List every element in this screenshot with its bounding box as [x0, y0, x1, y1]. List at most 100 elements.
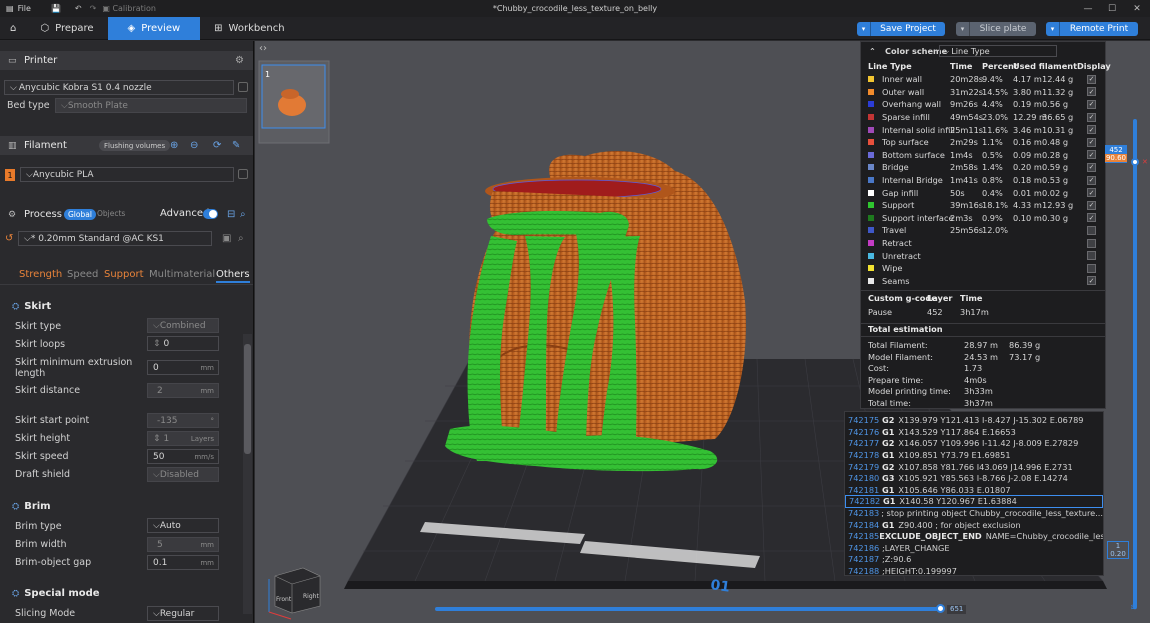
remove-filament-icon[interactable]: ⊖ — [190, 140, 198, 151]
display-checkbox[interactable]: ✓ — [1087, 175, 1096, 185]
save-project-button[interactable]: ▾ Save Project — [857, 22, 945, 36]
skirt-speed-input[interactable]: 50 mm/s — [147, 449, 219, 464]
tab-prepare[interactable]: ⬡ Prepare — [26, 17, 107, 40]
display-checkbox[interactable]: ✓ — [1087, 87, 1096, 97]
stepper-icon[interactable]: ⇕ — [153, 339, 161, 349]
tab-support[interactable]: Support — [104, 269, 144, 280]
display-checkbox[interactable] — [1087, 238, 1096, 248]
brim-gap-input[interactable]: 0.1 mm — [147, 555, 219, 570]
minimize-icon[interactable]: — — [1076, 0, 1100, 17]
collapse-legend-icon[interactable]: ⌃ — [869, 46, 876, 56]
filament-slot-badge[interactable]: 1 — [5, 169, 15, 181]
save-icon[interactable]: 💾 — [51, 4, 61, 13]
skirt-height-input[interactable]: ⇕ 1 Layers — [147, 431, 219, 446]
brim-type-select[interactable]: ⌵ Auto — [147, 518, 219, 533]
display-checkbox[interactable]: ✓ — [1087, 137, 1096, 147]
layers-menu-icon[interactable]: ≋ — [1130, 603, 1138, 613]
skirt-minext-input[interactable]: 0 mm — [147, 360, 219, 375]
reset-icon[interactable]: ↺ — [5, 233, 13, 244]
skirt-distance-input[interactable]: 2 mm — [147, 383, 219, 398]
app-menu[interactable]: ▤ File — [6, 4, 31, 13]
sync-icon[interactable]: ⟳ — [213, 140, 221, 151]
tab-speed[interactable]: Speed — [67, 269, 98, 280]
home-button[interactable]: ⌂ — [0, 17, 26, 40]
color-scheme-select[interactable]: ⌵ Line Type — [939, 45, 1057, 57]
display-checkbox[interactable] — [1087, 251, 1096, 261]
filament-section-header[interactable]: ▥ Filament Flushing volumes ⊕ ⊖ ⟳ ✎ — [0, 136, 253, 155]
display-checkbox[interactable]: ✓ — [1087, 162, 1096, 172]
printer-edit-icon[interactable] — [238, 82, 248, 92]
skirt-loops-input[interactable]: ⇕ 0 — [147, 336, 219, 351]
tab-multimaterial[interactable]: Multimaterial — [149, 269, 215, 280]
search-icon[interactable]: ⌕ — [240, 209, 246, 220]
display-checkbox[interactable]: ✓ — [1087, 99, 1096, 109]
search-icon[interactable]: ⌕ — [238, 233, 244, 244]
printer-section-header[interactable]: ▭ Printer ⚙ — [0, 51, 253, 70]
display-checkbox[interactable] — [1087, 263, 1096, 273]
tab-strength[interactable]: Strength — [19, 269, 62, 280]
display-checkbox[interactable]: ✓ — [1087, 74, 1096, 84]
skirt-icon: ⛭ — [12, 301, 20, 312]
gcode-line[interactable]: 742188 ;HEIGHT:0.199997 — [845, 565, 1103, 578]
display-checkbox[interactable]: ✓ — [1087, 150, 1096, 160]
slice-plate-button[interactable]: ▾ Slice plate — [956, 22, 1036, 36]
display-checkbox[interactable]: ✓ — [1087, 213, 1096, 223]
draft-shield-select[interactable]: ⌵ Disabled — [147, 467, 219, 482]
move-slider[interactable] — [435, 607, 940, 611]
layer-bottom-label[interactable]: 1 0.20 — [1107, 541, 1129, 559]
advanced-switch[interactable] — [203, 209, 218, 219]
move-handle[interactable] — [936, 604, 945, 613]
display-checkbox[interactable]: ✓ — [1087, 276, 1096, 286]
layer-slider[interactable] — [1133, 119, 1137, 609]
tab-preview[interactable]: ◈ Preview — [107, 16, 201, 40]
sidebar-scrollbar[interactable] — [243, 334, 252, 614]
slicing-mode-select[interactable]: ⌵ Regular — [147, 606, 219, 621]
chevron-down-icon[interactable]: ▾ — [857, 22, 871, 36]
3d-viewport[interactable]: 01 1 Front Right ‹› ⌃ Color scheme ⌵ Lin… — [255, 41, 1150, 623]
layer-handle-top[interactable] — [1131, 158, 1139, 166]
chevron-down-icon[interactable]: ▾ — [956, 22, 970, 36]
redo-icon[interactable]: ↷ — [90, 4, 97, 13]
flushing-volumes-button[interactable]: Flushing volumes — [99, 140, 171, 151]
process-profile-select[interactable]: ⌵ * 0.20mm Standard @AC KS1 — [18, 231, 212, 246]
calibration-menu[interactable]: ▣ Calibration — [102, 4, 156, 13]
remote-print-button[interactable]: ▾ Remote Print — [1046, 22, 1138, 36]
undo-icon[interactable]: ↶ — [75, 4, 82, 13]
gcode-viewer[interactable]: 742175 G2 X139.979 Y121.413 I-8.427 J-15.3… — [844, 411, 1104, 576]
save-preset-icon[interactable]: ▣ — [222, 233, 231, 244]
view-cube[interactable]: Front Right — [268, 567, 321, 620]
view-cube-front[interactable]: Front — [276, 596, 292, 603]
printer-select[interactable]: ⌵ Anycubic Kobra S1 0.4 nozzle — [4, 80, 234, 95]
collapse-sidebar-icon[interactable]: ‹› — [259, 43, 267, 54]
edit-icon[interactable]: ✎ — [232, 140, 240, 151]
maximize-icon[interactable]: ☐ — [1100, 0, 1124, 17]
tab-others[interactable]: Others — [216, 269, 250, 283]
global-toggle[interactable]: Global — [64, 209, 96, 220]
menu-icon: ▤ — [6, 4, 14, 13]
chevron-down-icon[interactable]: ▾ — [1046, 22, 1060, 36]
menu-file[interactable]: File — [18, 4, 31, 13]
pause-marker-icon[interactable]: ✕ — [1142, 158, 1148, 166]
display-checkbox[interactable]: ✓ — [1087, 125, 1096, 135]
view-cube-right[interactable]: Right — [303, 593, 319, 600]
gcode-line-number: 742178 — [848, 450, 880, 461]
skirt-type-select[interactable]: ⌵ Combined — [147, 318, 219, 333]
display-checkbox[interactable]: ✓ — [1087, 188, 1096, 198]
filament-edit-icon[interactable] — [238, 169, 248, 179]
settings-icon[interactable]: ⚙ — [235, 55, 244, 66]
brim-width-input[interactable]: 5 mm — [147, 537, 219, 552]
skirt-start-input[interactable]: -135 ° — [147, 413, 219, 428]
close-icon[interactable]: ✕ — [1125, 0, 1149, 17]
filament-select[interactable]: ⌵ Anycubic PLA — [20, 167, 234, 182]
brim-gap-value: 0.1 — [153, 557, 168, 568]
tab-workbench[interactable]: ⊞ Workbench — [200, 17, 298, 40]
display-checkbox[interactable]: ✓ — [1087, 200, 1096, 210]
bed-type-select[interactable]: ⌵ Smooth Plate — [55, 98, 247, 113]
display-checkbox[interactable]: ✓ — [1087, 112, 1096, 122]
add-filament-icon[interactable]: ⊕ — [170, 140, 178, 151]
compare-icon[interactable]: ⊟ — [227, 209, 235, 220]
display-checkbox[interactable] — [1087, 225, 1096, 235]
scrollbar-thumb[interactable] — [244, 344, 251, 454]
layer-top-label[interactable]: 452 90.60 — [1105, 145, 1127, 163]
objects-toggle[interactable]: Objects — [97, 209, 125, 218]
